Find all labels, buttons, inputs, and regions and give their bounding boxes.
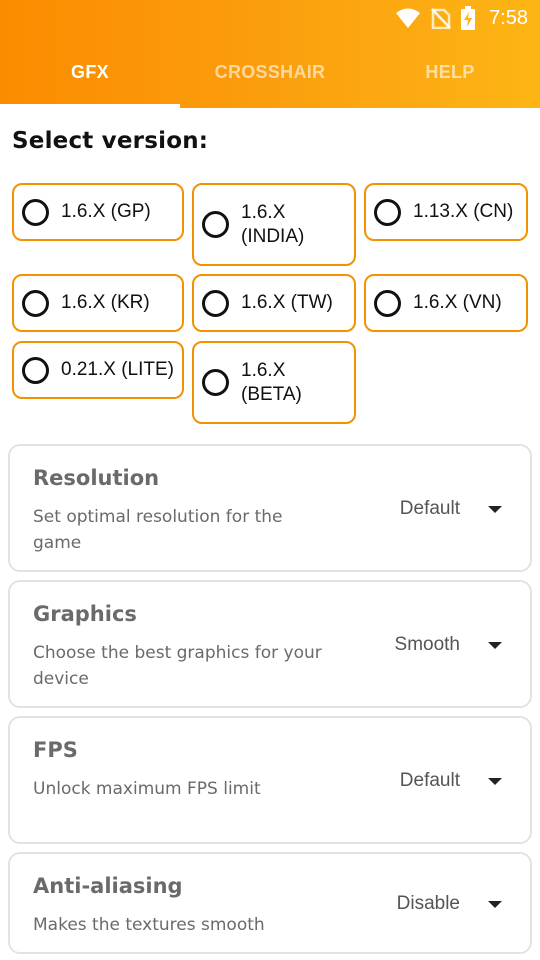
radio-button[interactable] <box>202 369 229 396</box>
radio-button[interactable] <box>22 198 49 226</box>
setting-card-anti-aliasing: Anti-aliasing Makes the textures smooth … <box>8 852 532 954</box>
version-option-gp[interactable]: 1.6.X (GP) <box>12 183 184 241</box>
status-time: 7:58 <box>489 6 528 29</box>
version-label: 0.21.X (LITE) <box>61 359 174 380</box>
anti-aliasing-dropdown[interactable]: Disable <box>370 893 502 915</box>
setting-card-fps: FPS Unlock maximum FPS limit Default <box>8 716 532 844</box>
radio-button[interactable] <box>374 198 401 226</box>
tab-help[interactable]: HELP <box>360 36 540 108</box>
version-label: 1.6.X (INDIA) <box>241 201 305 247</box>
version-option-kr[interactable]: 1.6.X (KR) <box>12 274 184 332</box>
tab-gfx[interactable]: GFX <box>0 36 180 108</box>
section-title: Select version: <box>12 128 209 154</box>
setting-title: Anti-aliasing <box>33 874 183 898</box>
status-icons: 7:58 <box>395 5 528 31</box>
version-label: 1.6.X (VN) <box>413 292 502 313</box>
dropdown-arrow-icon <box>488 900 502 908</box>
version-label: 1.6.X (TW) <box>241 292 333 313</box>
radio-button[interactable] <box>374 289 401 317</box>
radio-button[interactable] <box>202 211 229 238</box>
setting-description: Choose the best graphics for your device <box>33 643 322 689</box>
radio-button[interactable] <box>22 356 49 384</box>
setting-title: FPS <box>33 738 78 762</box>
no-sim-icon <box>431 8 451 29</box>
dropdown-value: Default <box>399 770 460 791</box>
resolution-dropdown[interactable]: Default <box>370 498 502 520</box>
dropdown-arrow-icon <box>488 641 502 649</box>
setting-description: Unlock maximum FPS limit <box>33 779 261 799</box>
radio-button[interactable] <box>202 289 229 317</box>
version-label: 1.6.X (KR) <box>61 292 150 313</box>
status-bar: 7:58 <box>0 0 540 36</box>
dropdown-arrow-icon <box>488 777 502 785</box>
dropdown-value: Smooth <box>394 634 460 655</box>
app-header: 7:58 GFX CROSSHAIR HELP <box>0 0 540 108</box>
version-label: 1.13.X (CN) <box>413 201 514 222</box>
setting-description: Makes the textures smooth <box>33 915 265 935</box>
dropdown-arrow-icon <box>488 505 502 513</box>
dropdown-value: Default <box>399 498 460 519</box>
tab-bar: GFX CROSSHAIR HELP <box>0 36 540 108</box>
setting-title: Resolution <box>33 466 160 490</box>
battery-charging-icon <box>461 6 476 30</box>
setting-description: Set optimal resolution for the game <box>33 507 283 553</box>
version-option-lite[interactable]: 0.21.X (LITE) <box>12 341 184 399</box>
version-option-cn[interactable]: 1.13.X (CN) <box>364 183 528 241</box>
setting-card-resolution: Resolution Set optimal resolution for th… <box>8 444 532 572</box>
version-option-beta[interactable]: 1.6.X (BETA) <box>192 341 356 424</box>
wifi-icon <box>396 8 421 28</box>
graphics-dropdown[interactable]: Smooth <box>370 634 502 656</box>
version-option-tw[interactable]: 1.6.X (TW) <box>192 274 356 332</box>
fps-dropdown[interactable]: Default <box>370 770 502 792</box>
setting-card-graphics: Graphics Choose the best graphics for yo… <box>8 580 532 708</box>
setting-title: Graphics <box>33 602 137 626</box>
version-label: 1.6.X (BETA) <box>241 359 302 405</box>
tab-crosshair[interactable]: CROSSHAIR <box>180 36 360 108</box>
radio-button[interactable] <box>22 289 49 317</box>
version-option-vn[interactable]: 1.6.X (VN) <box>364 274 528 332</box>
version-label: 1.6.X (GP) <box>61 201 151 222</box>
dropdown-value: Disable <box>396 893 460 914</box>
version-option-india[interactable]: 1.6.X (INDIA) <box>192 183 356 266</box>
